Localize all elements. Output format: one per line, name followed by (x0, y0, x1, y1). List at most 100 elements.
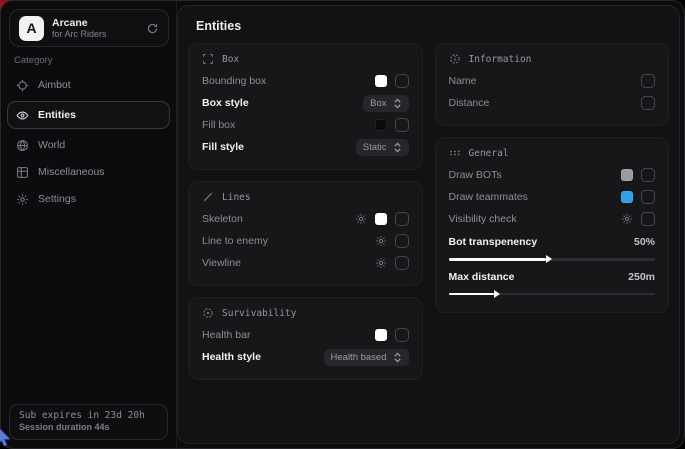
card-lines: Lines Skeleton (188, 181, 423, 286)
globe-icon (16, 139, 29, 152)
setting-row-name: Name (449, 70, 656, 92)
info-icon (449, 53, 461, 65)
row-gear-icon[interactable] (355, 213, 367, 225)
card-title: Lines (222, 192, 251, 203)
sidebar-item-entities[interactable]: Entities (7, 101, 170, 129)
setting-label: Health bar (202, 329, 250, 341)
slider-fill (449, 258, 546, 261)
checkbox[interactable] (395, 212, 409, 226)
app-name: Arcane (52, 17, 138, 29)
checkbox[interactable] (395, 234, 409, 248)
card-columns: Box Bounding box Box style (178, 37, 679, 386)
sidebar-item-world[interactable]: World (7, 132, 170, 158)
diagonal-line-icon (202, 191, 214, 203)
slider-value: 50% (634, 236, 655, 248)
card-survivability: Survivability Health bar Health style (188, 297, 423, 380)
health-style-dropdown[interactable]: Health based (324, 349, 409, 366)
setting-label: Visibility check (449, 213, 517, 225)
setting-label: Max distance (449, 271, 515, 283)
color-swatch[interactable] (375, 329, 387, 341)
setting-row-visibility-check: Visibility check (449, 208, 656, 230)
setting-row-draw-bots: Draw BOTs (449, 164, 656, 186)
sub-expires-text: Sub expires in 23d 20h (19, 410, 158, 421)
app-header: A Arcane for Arc Riders (9, 9, 169, 47)
row-gear-icon[interactable] (375, 235, 387, 247)
dropdown-value: Box (370, 98, 386, 109)
color-swatch[interactable] (375, 213, 387, 225)
setting-label: Draw teammates (449, 191, 528, 203)
checkbox[interactable] (641, 74, 655, 88)
sidebar-item-label: Entities (38, 109, 76, 121)
card-title: General (469, 148, 509, 159)
color-swatch[interactable] (621, 169, 633, 181)
sidebar-item-label: Settings (38, 193, 76, 205)
sidebar: A Arcane for Arc Riders Category (1, 1, 177, 448)
setting-label: Draw BOTs (449, 169, 502, 181)
survivability-icon (202, 307, 214, 319)
max-distance-slider[interactable] (449, 293, 656, 296)
card-general-header: General (449, 147, 656, 159)
session-duration-text: Session duration 44s (19, 422, 158, 432)
setting-row-fill-style: Fill style Static (202, 136, 409, 158)
checkbox[interactable] (395, 74, 409, 88)
bot-transparency-slider[interactable] (449, 258, 656, 261)
chevron-up-down-icon (393, 352, 402, 363)
app-title-block: Arcane for Arc Riders (52, 17, 138, 39)
checkbox[interactable] (641, 96, 655, 110)
checkbox[interactable] (641, 212, 655, 226)
dropdown-value: Static (363, 142, 387, 153)
page-title: Entities (178, 6, 679, 37)
setting-label: Box style (202, 97, 249, 109)
subscription-info: Sub expires in 23d 20h Session duration … (9, 404, 168, 440)
fill-style-dropdown[interactable]: Static (356, 139, 409, 156)
setting-label: Viewline (202, 257, 241, 269)
setting-row-health-style: Health style Health based (202, 346, 409, 368)
setting-row-bounding-box: Bounding box (202, 70, 409, 92)
checkbox[interactable] (641, 168, 655, 182)
setting-label: Health style (202, 351, 261, 363)
card-box-header: Box (202, 53, 409, 65)
setting-row-box-style: Box style Box (202, 92, 409, 114)
card-information-header: Information (449, 53, 656, 65)
setting-row-skeleton: Skeleton (202, 208, 409, 230)
setting-label: Name (449, 75, 477, 87)
right-column: Information Name Distance (435, 43, 670, 380)
box-brackets-icon (202, 53, 214, 65)
checkbox[interactable] (395, 118, 409, 132)
chevron-up-down-icon (393, 98, 402, 109)
refresh-icon[interactable] (146, 22, 159, 35)
card-title: Information (469, 54, 532, 65)
setting-label: Skeleton (202, 213, 243, 225)
sidebar-item-aimbot[interactable]: Aimbot (7, 72, 170, 98)
color-swatch[interactable] (621, 191, 633, 203)
card-general: General Draw BOTs Draw teammates (435, 137, 670, 313)
entities-eye-icon (16, 109, 29, 122)
setting-label: Line to enemy (202, 235, 268, 247)
card-title: Survivability (222, 308, 296, 319)
box-style-dropdown[interactable]: Box (363, 95, 408, 112)
grid-icon (16, 166, 29, 179)
sidebar-item-settings[interactable]: Settings (7, 186, 170, 212)
checkbox[interactable] (395, 328, 409, 342)
sidebar-item-label: World (38, 139, 65, 151)
setting-row-health-bar: Health bar (202, 324, 409, 346)
color-swatch[interactable] (375, 75, 387, 87)
sidebar-nav: Aimbot Entities (1, 71, 176, 213)
row-gear-icon[interactable] (375, 257, 387, 269)
card-information: Information Name Distance (435, 43, 670, 126)
setting-row-max-distance: Max distance 250m (449, 267, 656, 296)
setting-label: Fill box (202, 119, 235, 131)
setting-label: Bounding box (202, 75, 266, 87)
setting-row-bot-transparency: Bot transpenency 50% (449, 232, 656, 261)
category-label: Category (14, 55, 53, 66)
sidebar-item-miscellaneous[interactable]: Miscellaneous (7, 159, 170, 185)
color-swatch[interactable] (375, 119, 387, 131)
chevron-up-down-icon (393, 142, 402, 153)
dots-grid-icon (449, 147, 461, 159)
checkbox[interactable] (641, 190, 655, 204)
slider-fill (449, 293, 494, 296)
row-gear-icon[interactable] (621, 213, 633, 225)
checkbox[interactable] (395, 256, 409, 270)
slider-value: 250m (628, 271, 655, 283)
left-column: Box Bounding box Box style (188, 43, 423, 380)
